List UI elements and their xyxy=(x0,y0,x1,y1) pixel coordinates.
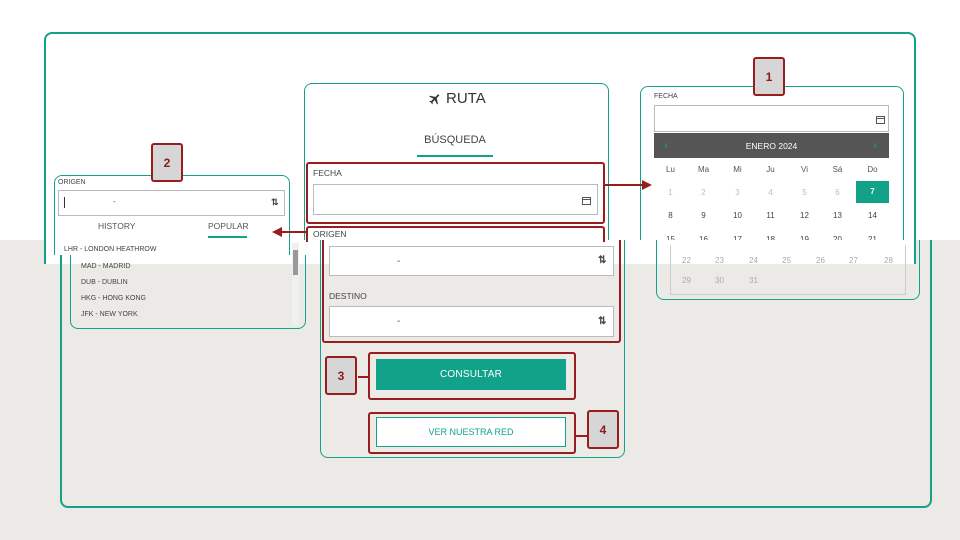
calendar-day[interactable]: 6 xyxy=(821,188,854,197)
callout-arrow-1 xyxy=(605,184,645,186)
tab-busqueda[interactable]: BÚSQUEDA xyxy=(416,134,494,146)
text-cursor xyxy=(64,197,65,208)
calendar-day[interactable]: 11 xyxy=(754,211,787,220)
callout-4-highlight xyxy=(368,412,576,454)
calendar-day-of-week: Ma xyxy=(697,165,710,174)
calendar-day[interactable]: 12 xyxy=(788,211,821,220)
callout-number-2: 2 xyxy=(151,143,183,182)
arrow-head-right-icon xyxy=(642,180,652,190)
calendar-day-of-week: Sá xyxy=(832,165,843,174)
calendar-day-of-week: Vi xyxy=(801,165,808,174)
calendar-header: ‹ ENERO 2024 › xyxy=(654,133,889,158)
arrow-head-left-icon xyxy=(272,227,282,237)
calendar-day[interactable]: 2 xyxy=(687,188,720,197)
plane-icon xyxy=(429,93,440,104)
calendar-day[interactable]: 14 xyxy=(856,211,889,220)
callout-2-highlight xyxy=(322,240,621,343)
callout-arrow-2 xyxy=(281,231,307,233)
dropdown-origen-label: ORIGEN xyxy=(58,179,86,186)
next-month-icon[interactable]: › xyxy=(873,138,877,152)
calendar-day[interactable]: 9 xyxy=(687,211,720,220)
callout-1-highlight xyxy=(306,162,605,224)
list-item[interactable]: DUB - DUBLIN xyxy=(81,279,128,286)
calendar-day-of-week: Do xyxy=(867,165,878,174)
callout-connector-3 xyxy=(358,376,370,378)
brand-title: RUTA xyxy=(446,90,486,107)
calendar-day-of-week: Lu xyxy=(666,165,675,174)
callout-number-4: 4 xyxy=(587,410,619,449)
calendar-fecha-label: FECHA xyxy=(654,93,678,100)
calendar-day-of-week: Mi xyxy=(733,165,742,174)
callout-number-3: 3 xyxy=(325,356,357,395)
calendar-day[interactable]: 1 xyxy=(654,188,687,197)
tab-popular[interactable]: POPULAR xyxy=(208,221,249,231)
callout-3-highlight xyxy=(368,352,576,400)
calendar-day[interactable]: 7 xyxy=(856,181,889,203)
tab-active-indicator xyxy=(208,236,247,238)
list-item[interactable]: JFK - NEW YORK xyxy=(81,311,138,318)
list-item[interactable]: LHR - LONDON HEATHROW xyxy=(64,246,156,253)
calendar-icon[interactable] xyxy=(876,116,885,124)
calendar-date-input[interactable] xyxy=(654,105,889,132)
list-item[interactable]: MAD - MADRID xyxy=(81,263,130,270)
calendar-day[interactable]: 13 xyxy=(821,211,854,220)
calendar-day[interactable]: 5 xyxy=(788,188,821,197)
sort-icon: ⇅ xyxy=(271,197,279,207)
calendar-month: ENERO 2024 xyxy=(745,141,798,151)
dropdown-origen-input[interactable] xyxy=(58,190,285,216)
calendar-day[interactable]: 8 xyxy=(654,211,687,220)
tab-history[interactable]: HISTORY xyxy=(98,221,135,231)
dropdown-origen-value: - xyxy=(113,197,116,206)
calendar-day-of-week: Ju xyxy=(766,165,775,174)
scrollbar-thumb[interactable] xyxy=(293,250,298,275)
calendar-grid-lower-frame xyxy=(670,245,906,295)
callout-connector-4 xyxy=(576,435,588,437)
calendar-day[interactable]: 10 xyxy=(721,211,754,220)
callout-number-1: 1 xyxy=(753,57,785,96)
tab-active-indicator xyxy=(417,155,493,157)
calendar-day[interactable]: 4 xyxy=(754,188,787,197)
calendar-day[interactable]: 3 xyxy=(721,188,754,197)
list-item[interactable]: HKG - HONG KONG xyxy=(81,295,146,302)
